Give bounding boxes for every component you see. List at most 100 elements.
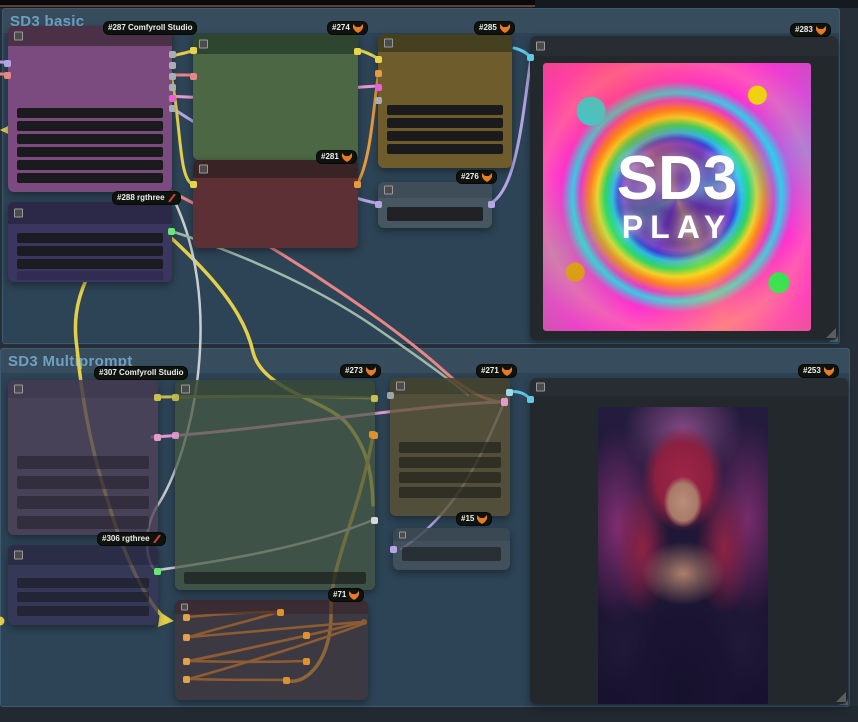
input-slot-dot[interactable] [375,97,382,104]
output-slot-dot[interactable] [154,568,161,575]
output-slot-dot[interactable] [354,48,361,55]
node-body[interactable] [8,224,172,282]
node-283-preview-image[interactable]: SD3 PLAY [527,36,838,340]
input-slot-dot[interactable] [172,432,179,439]
output-slot-dot[interactable] [354,181,361,188]
collapse-box-icon[interactable] [199,164,208,174]
input-slot-dot[interactable] [183,634,190,641]
node-276[interactable] [375,182,495,228]
collapse-box-icon[interactable] [536,41,545,51]
widget-row[interactable] [17,271,163,280]
node-274[interactable] [190,34,361,160]
output-slot-dot[interactable] [154,394,161,401]
collapse-box-icon[interactable] [181,384,190,394]
collapse-box-icon[interactable] [399,531,406,538]
node-body[interactable] [193,178,358,248]
link-joint-dot[interactable] [277,609,284,616]
node-header[interactable] [8,380,158,398]
widget-row[interactable] [387,144,503,154]
widget-row[interactable] [17,592,149,602]
input-slot-dot[interactable] [190,47,197,54]
input-slot-dot[interactable] [190,181,197,188]
node-header[interactable] [530,378,848,396]
node-body[interactable] [175,614,368,700]
input-slot-dot[interactable] [390,546,397,553]
node-285[interactable] [375,34,512,168]
node-header[interactable] [8,202,172,224]
node-header[interactable] [175,600,368,614]
input-slot-dot[interactable] [527,396,534,403]
node-287-comfyroll[interactable] [4,26,176,192]
node-body[interactable] [175,398,375,590]
input-slot-dot[interactable] [501,399,508,406]
collapse-box-icon[interactable] [199,39,208,49]
node-253-preview-image[interactable] [527,378,848,704]
output-slot-dot[interactable] [169,51,176,58]
link-joint-dot[interactable] [303,658,310,665]
widget-row[interactable] [184,572,366,584]
input-slot-dot[interactable] [190,73,197,80]
node-15[interactable] [390,528,510,570]
output-slot-dot[interactable] [506,389,513,396]
collapse-box-icon[interactable] [384,38,393,48]
collapse-box-icon[interactable] [14,208,23,218]
widget-row[interactable] [17,496,149,509]
collapse-box-icon[interactable] [14,384,23,394]
link-joint-dot[interactable] [283,677,290,684]
widget-row[interactable] [399,487,501,498]
node-header[interactable] [193,34,358,54]
widget-row[interactable] [399,457,501,468]
node-71[interactable] [175,600,368,700]
input-slot-dot[interactable] [4,72,11,79]
node-body[interactable] [8,46,172,192]
input-slot-dot[interactable] [4,60,11,67]
widget-row[interactable] [17,147,163,157]
widget-row[interactable] [17,476,149,489]
node-306-rgthree[interactable] [8,545,161,625]
input-slot-dot[interactable] [375,56,382,63]
collapse-box-icon[interactable] [396,381,405,391]
collapse-box-icon[interactable] [181,603,188,611]
output-slot-dot[interactable] [371,395,378,402]
node-header[interactable] [193,160,358,178]
node-body[interactable] [378,52,512,168]
widget-row[interactable] [399,442,501,453]
widget-row[interactable] [17,160,163,170]
node-body[interactable] [378,198,492,228]
node-body[interactable]: SD3 PLAY [530,56,838,340]
collapse-box-icon[interactable] [536,382,545,392]
collapse-box-icon[interactable] [14,31,23,41]
widget-row[interactable] [17,456,149,469]
node-header[interactable] [8,545,158,565]
widget-row[interactable] [17,134,163,144]
node-resize-handle[interactable] [826,328,836,338]
input-slot-dot[interactable] [375,84,382,91]
node-resize-handle[interactable] [836,692,846,702]
widget-row[interactable] [399,472,501,483]
link-joint-dot[interactable] [303,632,310,639]
widget-row[interactable] [17,516,149,529]
input-slot-dot[interactable] [527,54,534,61]
input-slot-dot[interactable] [172,394,179,401]
input-slot-dot[interactable] [183,676,190,683]
node-288-rgthree[interactable] [8,202,175,282]
node-header[interactable] [8,26,172,46]
widget-row[interactable] [17,606,149,616]
widget-row[interactable] [387,105,503,115]
output-slot-dot[interactable] [488,201,495,208]
node-271[interactable] [387,378,513,516]
output-slot-dot[interactable] [371,432,378,439]
node-graph-canvas[interactable]: SD3 basic SD3 Multiprompt SD3 PLAY #287 … [0,0,858,722]
widget-row[interactable] [17,108,163,118]
node-header[interactable] [378,34,512,52]
widget-row[interactable] [387,131,503,141]
node-273[interactable] [172,380,378,590]
node-body[interactable] [390,394,510,516]
widget-row[interactable] [17,259,163,269]
node-header[interactable] [175,380,375,398]
input-slot-dot[interactable] [375,70,382,77]
input-slot-dot[interactable] [375,201,382,208]
widget-row[interactable] [17,246,163,256]
widget-row[interactable] [17,121,163,131]
output-slot-dot[interactable] [169,62,176,69]
